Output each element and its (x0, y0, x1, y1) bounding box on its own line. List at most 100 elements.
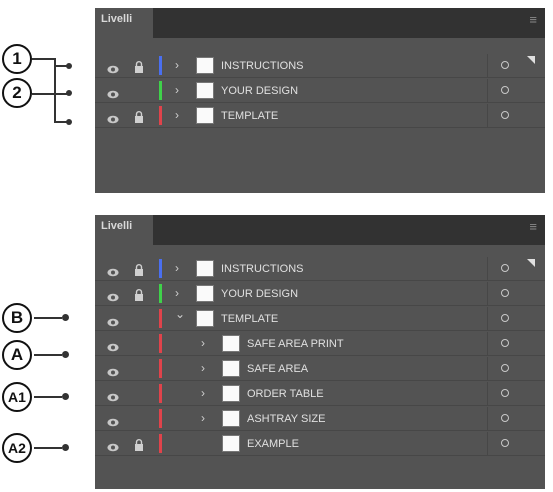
column-divider (487, 257, 488, 280)
target-circle-icon[interactable] (501, 339, 509, 347)
eye-icon[interactable] (107, 339, 119, 352)
callout-bracket (54, 58, 56, 122)
layer-name[interactable]: TEMPLATE (221, 312, 278, 326)
chevron-right-icon[interactable]: › (201, 411, 205, 425)
eye-icon[interactable] (107, 364, 119, 377)
chevron-right-icon[interactable]: › (201, 336, 205, 350)
layers-panel-collapsed: Livelli ≡ › INSTRUCTIONS › YOUR DESIGN › TEMP… (95, 8, 545, 193)
eye-icon[interactable] (107, 86, 119, 99)
layer-name[interactable]: ASHTRAY SIZE (247, 412, 325, 426)
target-circle-icon[interactable] (501, 289, 509, 297)
eye-icon[interactable] (107, 264, 119, 277)
target-circle-icon[interactable] (501, 86, 509, 94)
target-circle-icon[interactable] (501, 61, 509, 69)
layer-color-bar (159, 56, 162, 75)
lock-toggle[interactable] (134, 388, 144, 400)
panel-header: Livelli ≡ (95, 8, 545, 38)
layer-name[interactable]: YOUR DESIGN (221, 287, 298, 301)
selection-indicator-icon (527, 56, 535, 64)
lock-toggle[interactable] (134, 313, 144, 325)
callout-badge: A2 (2, 433, 32, 463)
layer-thumbnail (196, 285, 214, 302)
layer-thumbnail (196, 310, 214, 327)
target-circle-icon[interactable] (501, 439, 509, 447)
layer-row[interactable]: › INSTRUCTIONS (95, 257, 545, 281)
callout-badge: 2 (2, 78, 32, 108)
chevron-down-icon[interactable]: ⌄ (175, 307, 185, 321)
layer-color-bar (159, 359, 162, 378)
callout-connector (54, 121, 68, 123)
layer-row[interactable]: › SAFE AREA (95, 357, 545, 381)
layer-thumbnail (222, 435, 240, 452)
chevron-right-icon[interactable]: › (175, 58, 179, 72)
layer-color-bar (159, 409, 162, 428)
callout-badge: A (2, 340, 32, 370)
layers-list: › INSTRUCTIONS › YOUR DESIGN › TEMPLATE (95, 38, 545, 193)
chevron-right-icon[interactable]: › (201, 386, 205, 400)
hamburger-menu-icon[interactable]: ≡ (529, 220, 537, 233)
layer-name[interactable]: INSTRUCTIONS (221, 262, 304, 276)
layer-row[interactable]: › SAFE AREA PRINT (95, 332, 545, 356)
target-circle-icon[interactable] (501, 414, 509, 422)
tab-livelli[interactable]: Livelli (95, 8, 153, 38)
layer-color-bar (159, 309, 162, 328)
column-divider (487, 332, 488, 355)
column-divider (487, 307, 488, 330)
target-circle-icon[interactable] (501, 364, 509, 372)
layer-row[interactable]: › ASHTRAY SIZE (95, 407, 545, 431)
callout-A2: A2 (2, 433, 92, 463)
target-circle-icon[interactable] (501, 264, 509, 272)
layer-row[interactable]: ⌄ TEMPLATE (95, 307, 545, 331)
hamburger-menu-icon[interactable]: ≡ (529, 13, 537, 26)
eye-icon[interactable] (107, 289, 119, 302)
layer-row[interactable]: › YOUR DESIGN (95, 282, 545, 306)
lock-icon[interactable] (134, 438, 144, 451)
lock-toggle[interactable] (134, 85, 144, 97)
callout-connector (54, 65, 68, 67)
chevron-right-icon[interactable]: › (175, 83, 179, 97)
lock-icon[interactable] (134, 110, 144, 123)
chevron-right-icon[interactable]: › (175, 261, 179, 275)
panel-header: Livelli ≡ (95, 215, 545, 245)
callout-B: B (2, 303, 92, 333)
layer-row[interactable]: › TEMPLATE (95, 104, 545, 128)
eye-icon[interactable] (107, 439, 119, 452)
chevron-right-icon[interactable]: › (201, 361, 205, 375)
lock-toggle[interactable] (134, 413, 144, 425)
layer-name[interactable]: YOUR DESIGN (221, 84, 298, 98)
eye-icon[interactable] (107, 111, 119, 124)
layer-name[interactable]: INSTRUCTIONS (221, 59, 304, 73)
tab-livelli[interactable]: Livelli (95, 215, 153, 245)
layer-name[interactable]: ORDER TABLE (247, 387, 324, 401)
layer-row[interactable]: › ORDER TABLE (95, 382, 545, 406)
layer-row[interactable]: › YOUR DESIGN (95, 79, 545, 103)
layer-color-bar (159, 259, 162, 278)
lock-toggle[interactable] (134, 363, 144, 375)
callout-A1: A1 (2, 382, 92, 412)
chevron-right-icon[interactable]: › (175, 286, 179, 300)
callout-A: A (2, 340, 92, 370)
eye-icon[interactable] (107, 414, 119, 427)
target-circle-icon[interactable] (501, 389, 509, 397)
target-circle-icon[interactable] (501, 111, 509, 119)
eye-icon[interactable] (107, 389, 119, 402)
eye-icon[interactable] (107, 61, 119, 74)
layer-name[interactable]: EXAMPLE (247, 437, 299, 451)
callout-badge: A1 (2, 382, 32, 412)
chevron-right-icon[interactable]: › (175, 108, 179, 122)
layer-row[interactable]: EXAMPLE (95, 432, 545, 456)
layer-row[interactable]: › INSTRUCTIONS (95, 54, 545, 78)
lock-icon[interactable] (134, 288, 144, 301)
callout-connector (32, 93, 54, 95)
callout-badge: B (2, 303, 32, 333)
layer-name[interactable]: SAFE AREA PRINT (247, 337, 344, 351)
lock-icon[interactable] (134, 60, 144, 73)
lock-icon[interactable] (134, 263, 144, 276)
layer-name[interactable]: SAFE AREA (247, 362, 308, 376)
lock-toggle[interactable] (134, 338, 144, 350)
layers-list: › INSTRUCTIONS › YOUR DESIGN ⌄ TEMPLATE › SAFE … (95, 245, 545, 489)
layer-name[interactable]: TEMPLATE (221, 109, 278, 123)
column-divider (487, 432, 488, 455)
target-circle-icon[interactable] (501, 314, 509, 322)
eye-icon[interactable] (107, 314, 119, 327)
